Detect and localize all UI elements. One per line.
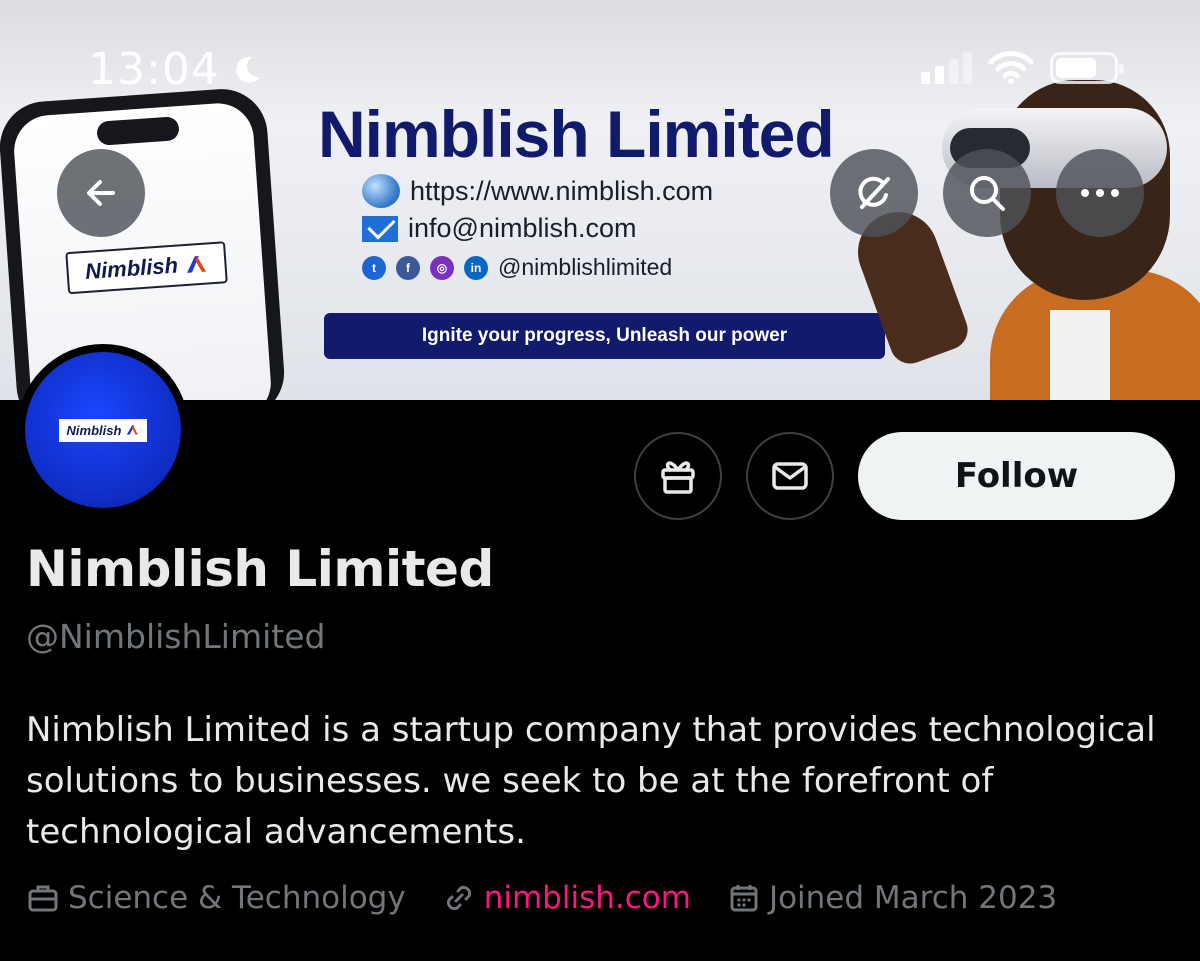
status-time-text: 13:04 bbox=[88, 44, 220, 95]
back-button[interactable] bbox=[57, 149, 145, 237]
message-button[interactable] bbox=[746, 432, 834, 520]
mail-icon bbox=[362, 215, 398, 242]
follow-button[interactable]: Follow bbox=[858, 432, 1175, 520]
grok-icon bbox=[858, 176, 890, 209]
person-shirt bbox=[1050, 310, 1110, 400]
gift-button[interactable] bbox=[634, 432, 722, 520]
more-button[interactable] bbox=[1056, 149, 1144, 237]
meta-joined-text: Joined March 2023 bbox=[768, 880, 1058, 916]
phone-logo-text: Nimblish bbox=[84, 252, 179, 284]
phone-notch bbox=[96, 116, 180, 146]
meta-category: Science & Technology bbox=[26, 880, 406, 916]
facebook-icon: f bbox=[396, 255, 420, 280]
profile-display-name: Nimblish Limited bbox=[26, 540, 494, 598]
profile-banner[interactable]: Nimblish Nimblish Limited https://www.ni… bbox=[0, 0, 1200, 400]
profile-avatar[interactable]: Nimblish bbox=[17, 344, 189, 516]
status-indicators bbox=[921, 50, 1124, 84]
meta-joined: Joined March 2023 bbox=[727, 880, 1057, 916]
avatar-image: Nimblish bbox=[25, 352, 181, 508]
profile-meta: Science & Technology nimblish.com Joined… bbox=[26, 880, 1057, 916]
banner-title: Nimblish Limited bbox=[318, 97, 835, 171]
briefcase-icon bbox=[28, 885, 58, 912]
battery-level bbox=[1056, 58, 1097, 78]
cellular-signal-icon bbox=[921, 50, 972, 84]
more-horizontal-icon bbox=[1081, 189, 1119, 197]
banner-phone-mockup: Nimblish bbox=[0, 86, 288, 400]
meta-category-text: Science & Technology bbox=[68, 880, 406, 916]
avatar-logo: Nimblish bbox=[58, 418, 148, 442]
twitter-icon: t bbox=[362, 255, 386, 280]
search-icon bbox=[970, 176, 1005, 211]
nimblish-mark-icon bbox=[127, 425, 139, 435]
meta-website-link[interactable]: nimblish.com bbox=[484, 880, 691, 916]
banner-slogan: Ignite your progress, Unleash our power bbox=[324, 313, 885, 359]
grok-button[interactable] bbox=[830, 149, 918, 237]
banner-website: https://www.nimblish.com bbox=[410, 175, 714, 206]
status-time: 13:04 bbox=[88, 44, 264, 95]
envelope-icon bbox=[772, 462, 808, 490]
banner-person-vr bbox=[846, 60, 1200, 400]
search-button[interactable] bbox=[943, 149, 1031, 237]
moon-icon bbox=[236, 56, 260, 83]
gift-icon bbox=[661, 461, 695, 494]
globe-icon bbox=[362, 174, 400, 208]
nimblish-mark-icon bbox=[187, 255, 207, 273]
phone-logo: Nimblish bbox=[65, 241, 228, 295]
meta-website[interactable]: nimblish.com bbox=[442, 880, 691, 916]
calendar-icon bbox=[730, 885, 758, 912]
banner-email-row: info@nimblish.com bbox=[362, 213, 637, 244]
link-icon bbox=[446, 885, 471, 911]
banner-social-handle: @nimblishlimited bbox=[498, 254, 673, 280]
battery-icon bbox=[1050, 52, 1124, 84]
instagram-icon: ◎ bbox=[430, 255, 454, 280]
banner-email: info@nimblish.com bbox=[408, 213, 637, 243]
wifi-icon bbox=[988, 51, 1034, 84]
avatar-logo-text: Nimblish bbox=[66, 422, 122, 438]
banner-website-row: https://www.nimblish.com bbox=[362, 174, 713, 208]
profile-bio: Nimblish Limited is a startup company th… bbox=[26, 710, 1156, 852]
banner-social-row: t f ◎ in @nimblishlimited bbox=[362, 254, 672, 281]
linkedin-icon: in bbox=[464, 255, 488, 280]
arrow-left-icon bbox=[87, 180, 115, 206]
profile-handle: @NimblishLimited bbox=[26, 617, 326, 656]
